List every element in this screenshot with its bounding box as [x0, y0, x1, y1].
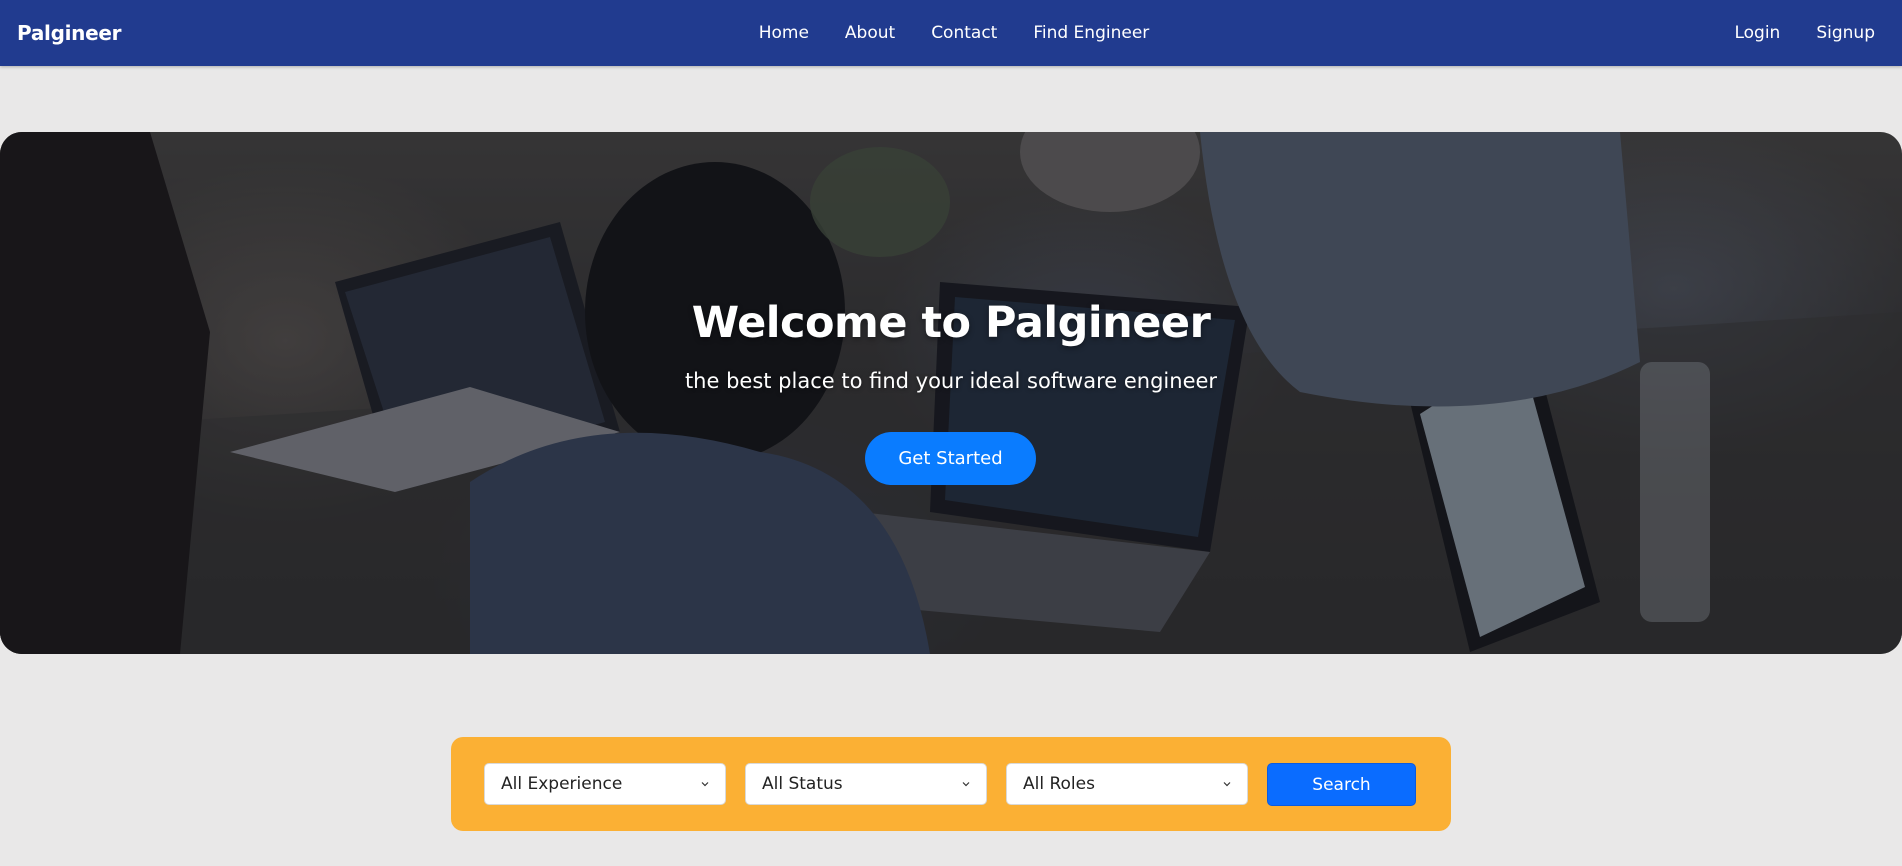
hero-content: Welcome to Palgineer the best place to f… [0, 132, 1902, 654]
auth-nav: Login Signup [1734, 0, 1875, 66]
chevron-down-icon [1223, 782, 1231, 787]
search-button[interactable]: Search [1267, 763, 1416, 806]
nav-link-contact[interactable]: Contact [931, 23, 997, 43]
status-select-value: All Status [762, 774, 843, 794]
hero-banner: Welcome to Palgineer the best place to f… [0, 132, 1902, 654]
signup-link[interactable]: Signup [1816, 23, 1875, 43]
main-nav: Home About Contact Find Engineer [0, 0, 1902, 66]
chevron-down-icon [701, 782, 709, 787]
experience-select[interactable]: All Experience [484, 763, 726, 805]
nav-link-about[interactable]: About [845, 23, 895, 43]
experience-select-value: All Experience [501, 774, 623, 794]
roles-select-value: All Roles [1023, 774, 1095, 794]
chevron-down-icon [962, 782, 970, 787]
nav-link-home[interactable]: Home [759, 23, 809, 43]
hero-title: Welcome to Palgineer [691, 298, 1211, 348]
engineer-filter-bar: All Experience All Status All Roles Sear… [451, 737, 1451, 831]
login-link[interactable]: Login [1734, 23, 1780, 43]
nav-link-find-engineer[interactable]: Find Engineer [1033, 23, 1149, 43]
top-navbar: Palgineer Home About Contact Find Engine… [0, 0, 1902, 66]
get-started-button[interactable]: Get Started [865, 432, 1036, 485]
hero-subtitle: the best place to find your ideal softwa… [684, 369, 1218, 393]
status-select[interactable]: All Status [745, 763, 987, 805]
roles-select[interactable]: All Roles [1006, 763, 1248, 805]
